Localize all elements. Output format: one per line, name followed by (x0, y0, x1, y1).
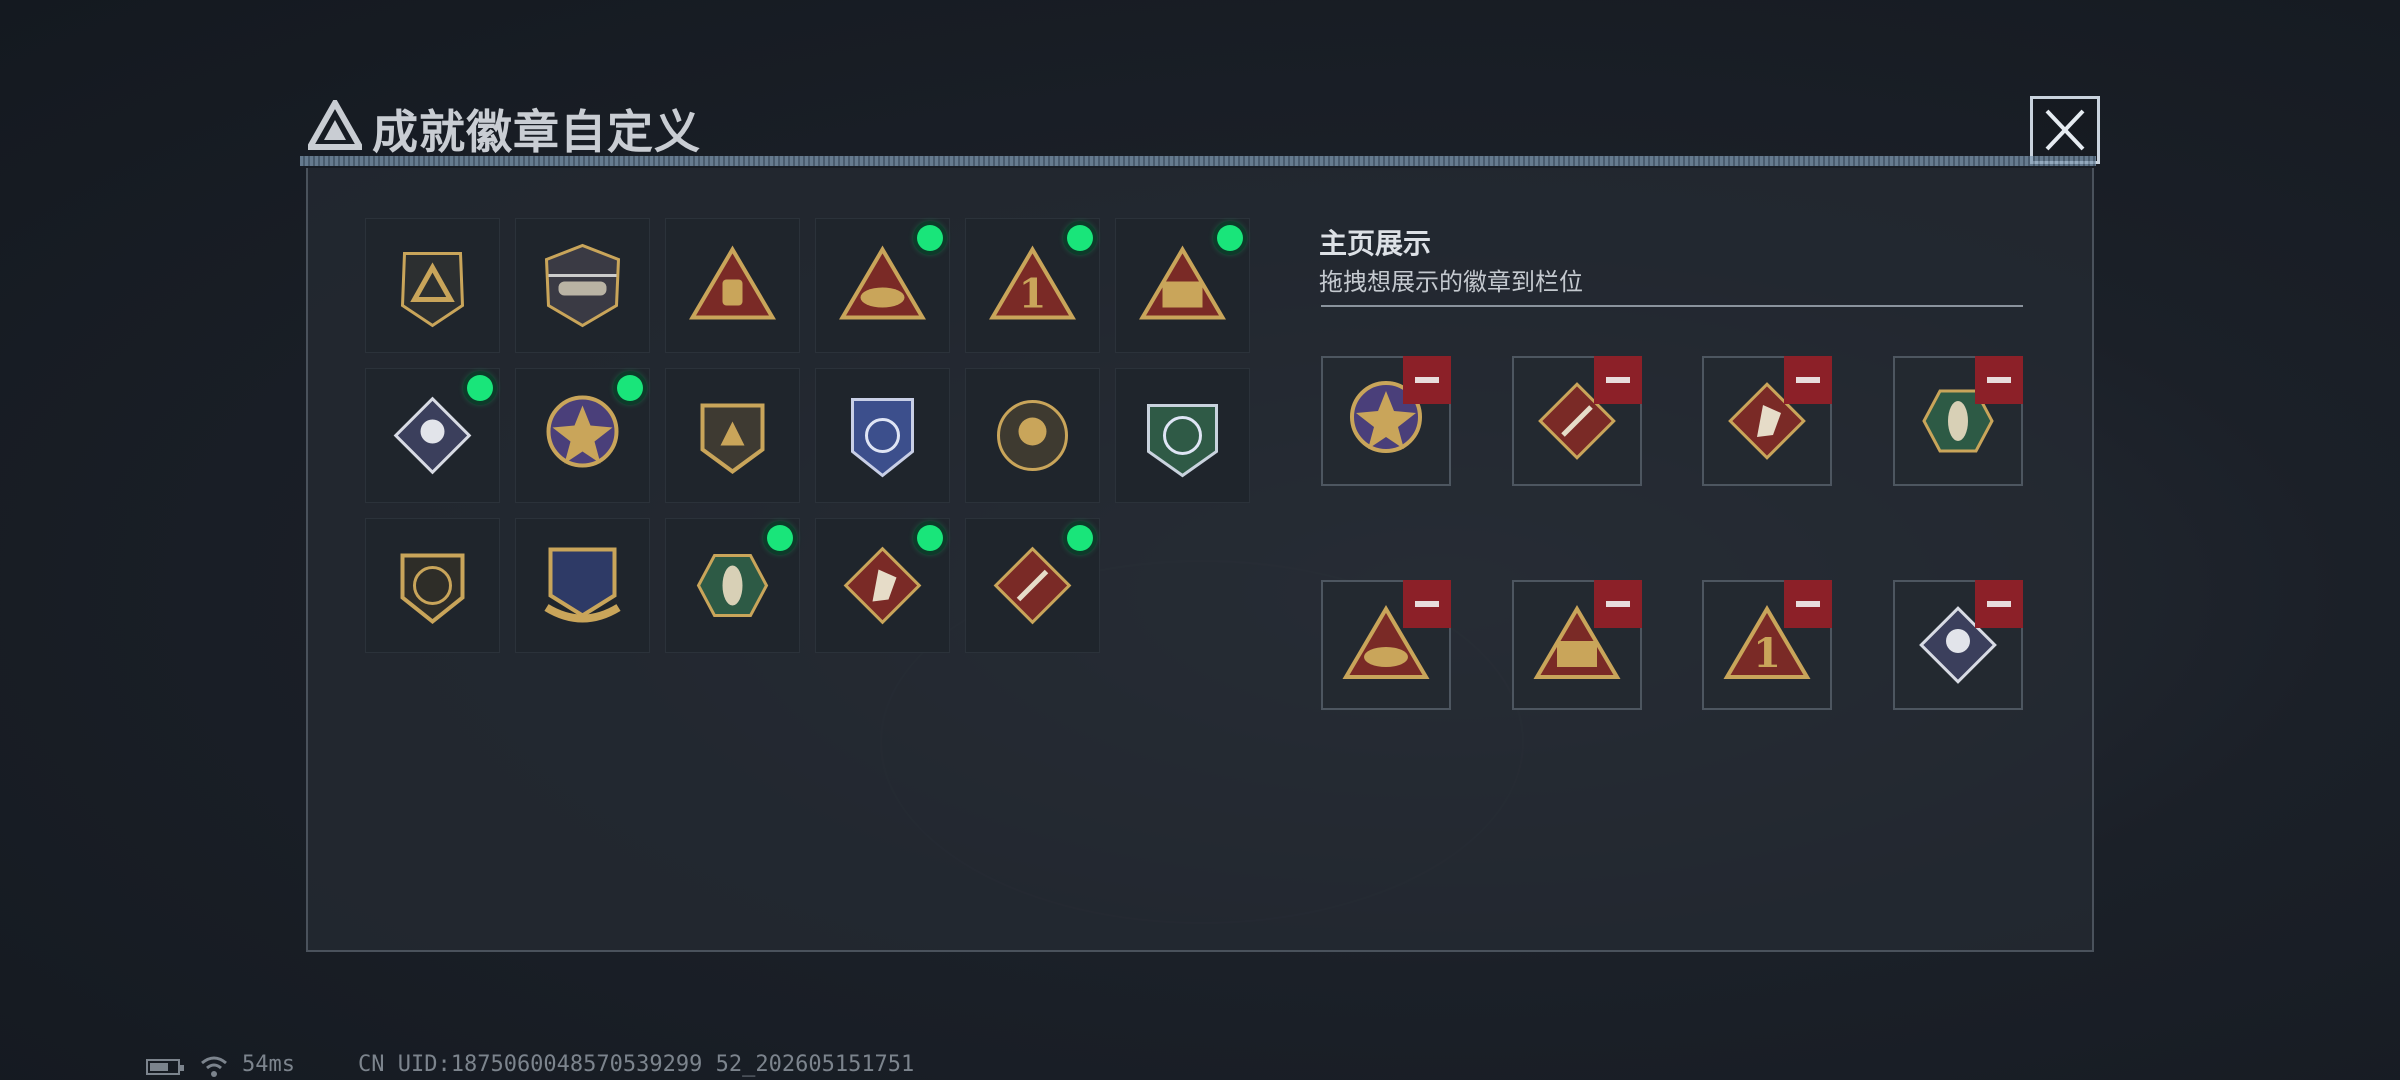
svg-text:1: 1 (1753, 630, 1781, 677)
display-slot[interactable]: 1 (1702, 580, 1832, 710)
ping-text: 54ms (242, 1052, 295, 1077)
badge-cell[interactable] (965, 368, 1100, 503)
badge-cell[interactable] (965, 518, 1100, 653)
display-slot[interactable] (1512, 580, 1642, 710)
selected-indicator (917, 225, 943, 251)
helicopter-badge-icon (544, 243, 621, 328)
badge-cell[interactable]: 1 (965, 218, 1100, 353)
badge-cell[interactable] (515, 518, 650, 653)
badge-cell[interactable] (815, 368, 950, 503)
hand-sign-badge-icon (689, 245, 776, 320)
display-slot[interactable] (1893, 356, 2023, 486)
badge-cell[interactable] (365, 368, 500, 503)
crossed-swords-badge-icon (544, 547, 621, 623)
close-button[interactable] (2030, 96, 2100, 164)
wifi-icon (201, 1056, 227, 1077)
remove-button[interactable] (1403, 356, 1451, 404)
badge-cell[interactable] (815, 518, 950, 653)
remove-button[interactable] (1975, 356, 2023, 404)
blue-shield-badge-icon (851, 398, 914, 478)
display-slot[interactable] (1321, 356, 1451, 486)
badge-cell[interactable] (665, 218, 800, 353)
badge-cell[interactable] (665, 368, 800, 503)
badge-cell[interactable] (1115, 218, 1250, 353)
display-slot[interactable] (1893, 580, 2023, 710)
shield-emblem-badge-icon (700, 403, 765, 474)
header-divider (300, 156, 2096, 166)
uid-text: CN UID:1875060048570539299 52_2026051517… (358, 1052, 915, 1077)
remove-button[interactable] (1594, 356, 1642, 404)
display-section-title: 主页展示 (1319, 227, 1432, 260)
badge-cell[interactable] (665, 518, 800, 653)
badge-cell[interactable] (365, 218, 500, 353)
selected-indicator (467, 375, 493, 401)
display-slot[interactable] (1321, 580, 1451, 710)
game-logo-icon (308, 100, 362, 150)
battery-icon (146, 1059, 184, 1075)
selected-indicator (617, 375, 643, 401)
badge-cell[interactable] (1115, 368, 1250, 503)
badge-cell[interactable] (515, 368, 650, 503)
display-section-subtitle: 拖拽想展示的徽章到栏位 (1319, 268, 1583, 296)
remove-button[interactable] (1975, 580, 2023, 628)
badge-cell[interactable] (815, 218, 950, 353)
skull-badge-icon (997, 400, 1068, 471)
badge-cell[interactable] (515, 218, 650, 353)
display-slot[interactable] (1512, 356, 1642, 486)
triangle-logo-badge-icon (400, 252, 465, 328)
display-section-divider (1321, 305, 2023, 307)
close-icon (2045, 109, 2085, 151)
dialog-title: 成就徽章自定义 (372, 105, 701, 159)
selected-indicator (1067, 525, 1093, 551)
selected-indicator (1067, 225, 1093, 251)
rifle-crosshair-badge-icon (1147, 404, 1218, 478)
selected-indicator (1217, 225, 1243, 251)
svg-text:1: 1 (1019, 271, 1047, 318)
selected-indicator (767, 525, 793, 551)
badge-cell[interactable] (365, 518, 500, 653)
display-slot[interactable] (1702, 356, 1832, 486)
selected-indicator (917, 525, 943, 551)
gun-shield-badge-icon (400, 553, 465, 625)
remove-button[interactable] (1594, 580, 1642, 628)
remove-button[interactable] (1784, 580, 1832, 628)
remove-button[interactable] (1784, 356, 1832, 404)
remove-button[interactable] (1403, 580, 1451, 628)
